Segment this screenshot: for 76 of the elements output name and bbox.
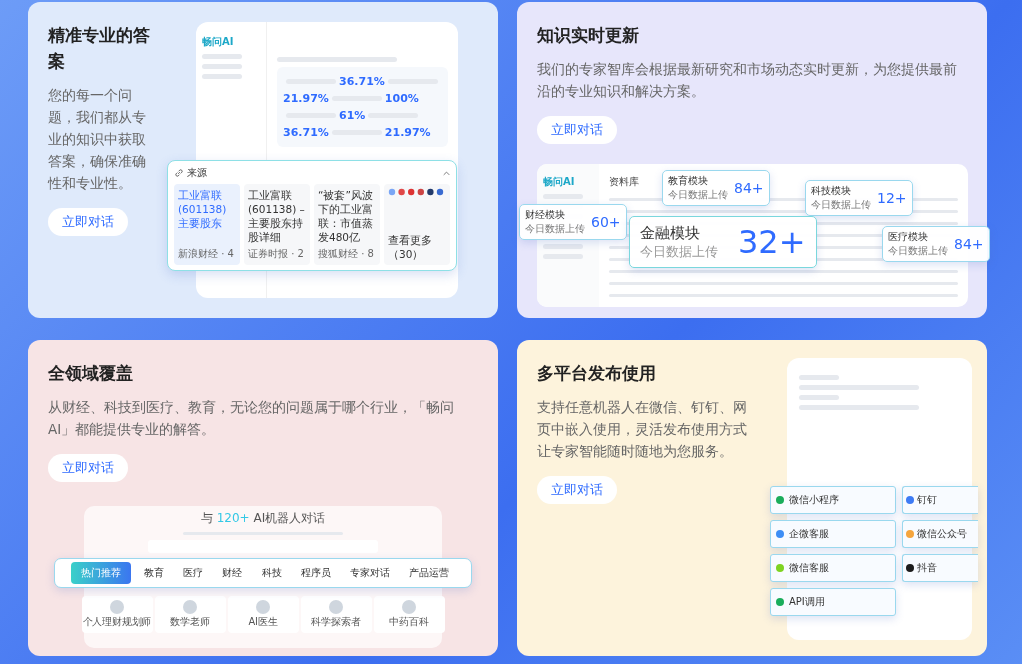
- platform-card[interactable]: 微信小程序: [770, 486, 896, 514]
- module-name: 教育模块: [668, 174, 709, 188]
- percentage-text: 21.97%: [283, 92, 329, 105]
- category-tab[interactable]: 医疗: [177, 562, 210, 584]
- app-logo: 畅问AI: [202, 36, 234, 47]
- source-item[interactable]: 工业富联(601138) – 主要股东持股详细 证券时报 · 2: [244, 184, 310, 265]
- card-description: 从财经、科技到医疗、教育，无论您的问题属于哪个行业，「畅问AI」都能提供专业的解答。: [48, 398, 455, 439]
- source-item[interactable]: 工业富联(601138)主要股东 新浪财经 · 4: [174, 184, 240, 265]
- chevron-up-icon[interactable]: [443, 170, 450, 176]
- avatar-circle: [256, 600, 270, 614]
- sources-title: 来源: [187, 166, 208, 180]
- module-count: 84+: [734, 180, 764, 196]
- robot-card[interactable]: 个人理财规划师: [81, 596, 153, 633]
- module-caption: 今日数据上传: [668, 188, 728, 202]
- source-title: 工业富联(601138) – 主要股东持股详细: [248, 188, 306, 244]
- module-name: 财经模块: [525, 208, 566, 222]
- percentage-text: 100%: [384, 92, 419, 105]
- platform-card[interactable]: 钉钉: [902, 486, 978, 514]
- site-logos-icon: [388, 188, 444, 196]
- source-item[interactable]: “被套”风波下的工业富联：市值蒸发480亿 搜狐财经 · 8: [314, 184, 380, 265]
- robot-card[interactable]: 数学老师: [154, 596, 226, 633]
- percentage-text: 21.97%: [384, 126, 431, 139]
- card-title: 知识实时更新: [537, 24, 639, 47]
- avatar-circle: [110, 600, 124, 614]
- card-description: 我们的专家智库会根据最新研究和市场动态实时更新，为您提供最前沿的专业知识和解决方案。: [537, 60, 958, 101]
- module-caption: 今日数据上传: [811, 198, 871, 212]
- card-description: 您的每一个问题，我们都从专业的知识中获取答案，确保准确性和专业性。: [48, 86, 147, 193]
- card-title: 精准专业的答案: [48, 24, 151, 73]
- source-title: 工业富联(601138)主要股东: [178, 188, 228, 230]
- category-tab[interactable]: 产品运营: [403, 562, 455, 584]
- robot-card[interactable]: 科学探索者: [300, 596, 372, 633]
- percentage-text: 36.71%: [339, 75, 385, 88]
- robot-card[interactable]: AI医生: [227, 596, 299, 633]
- category-tab[interactable]: 专家对话: [343, 562, 396, 584]
- chat-now-button[interactable]: 立即对话: [537, 116, 617, 144]
- platform-card[interactable]: 企微客服: [770, 520, 896, 548]
- module-count: 84+: [954, 236, 984, 252]
- robot-card[interactable]: 中药百科: [373, 596, 445, 633]
- category-tab[interactable]: 财经: [216, 562, 249, 584]
- module-name: 医疗模块: [888, 230, 929, 244]
- app-logo: 畅问AI: [543, 176, 575, 187]
- chat-now-button[interactable]: 立即对话: [48, 454, 128, 482]
- card-title: 多平台发布使用: [537, 362, 656, 385]
- category-tab[interactable]: 教育: [138, 562, 171, 584]
- chat-now-button[interactable]: 立即对话: [48, 208, 128, 236]
- percentage-text: 36.71%: [283, 126, 329, 139]
- chat-now-button[interactable]: 立即对话: [537, 476, 617, 504]
- card-title: 全领域覆盖: [48, 362, 133, 385]
- source-meta: 证券时报 · 2: [248, 247, 305, 261]
- module-caption: 今日数据上传: [525, 222, 585, 236]
- percentage-text: 61%: [339, 109, 366, 122]
- avatar-circle: [402, 600, 416, 614]
- module-caption: 今日数据上传: [888, 244, 948, 258]
- view-more-link[interactable]: 查看更多（30）: [388, 233, 446, 261]
- card-description: 支持任意机器人在微信、钉钉、网页中嵌入使用，灵活发布使用方式让专家智能随时随地为您服务。: [537, 398, 748, 461]
- source-item[interactable]: 查看更多（30）: [384, 184, 450, 265]
- source-title: “被套”风波下的工业富联：市值蒸发480亿: [318, 188, 374, 244]
- page-header: 资料库: [609, 175, 639, 189]
- module-count: 12+: [877, 190, 907, 206]
- source-meta: 新浪财经 · 4: [178, 247, 235, 261]
- platform-card[interactable]: 抖音: [902, 554, 978, 582]
- category-tab[interactable]: 程序员: [294, 562, 337, 584]
- module-caption: 今日数据上传: [640, 242, 718, 261]
- module-name: 金融模块: [640, 223, 701, 243]
- module-count: 60+: [591, 214, 621, 230]
- source-meta: 搜狐财经 · 8: [318, 247, 375, 261]
- module-count: 32+: [738, 223, 806, 261]
- platform-card[interactable]: 微信公众号: [902, 520, 978, 548]
- module-name: 科技模块: [811, 184, 852, 198]
- avatar-circle: [183, 600, 197, 614]
- robots-heading: 与 120+ AI机器人对话: [200, 510, 326, 527]
- avatar-circle: [329, 600, 343, 614]
- link-icon: [174, 168, 184, 178]
- category-tab[interactable]: 科技: [255, 562, 288, 584]
- platform-card[interactable]: 微信客服: [770, 554, 896, 582]
- platform-card[interactable]: API调用: [770, 588, 896, 616]
